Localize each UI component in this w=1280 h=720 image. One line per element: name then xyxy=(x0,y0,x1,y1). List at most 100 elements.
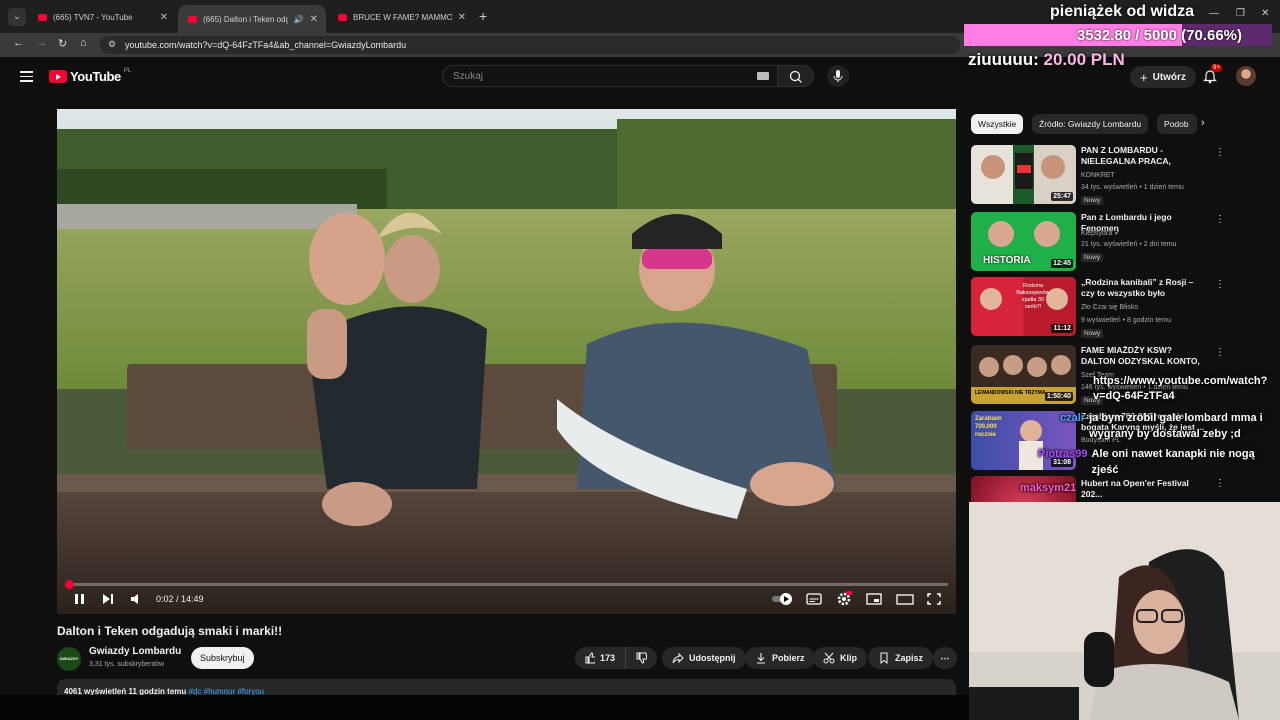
bookmark-icon xyxy=(880,652,888,664)
video-thumbnail: LEWANDOWSKI NIE TRZYMA 1:50:40 xyxy=(971,345,1076,404)
video-frame xyxy=(57,109,956,614)
donation-goal-title: pieniążek od widza xyxy=(1050,3,1195,20)
forward-button[interactable]: → xyxy=(36,37,47,49)
more-vertical-icon[interactable]: ⋮ xyxy=(1215,214,1225,225)
channel-name[interactable]: Gwiazdy Lombardu xyxy=(89,646,181,657)
tab-tvn7[interactable]: (665) TVN7 - YouTube ✕ xyxy=(28,6,176,28)
donation-goal-bar: 3532.80 / 5000 (70.66%) xyxy=(964,24,1272,46)
search-button[interactable] xyxy=(778,65,814,87)
video-thumbnail: Rodzina Bakszejewów zjadła 30 osób?! 11:… xyxy=(971,277,1076,336)
fullscreen-button[interactable] xyxy=(926,591,942,610)
new-tab-button[interactable]: + xyxy=(479,8,487,24)
mic-icon xyxy=(833,70,843,82)
chat-message: maksym21 xyxy=(1020,482,1077,494)
chevron-right-icon[interactable]: › xyxy=(1201,117,1205,129)
notification-badge: 9+ xyxy=(1211,64,1222,72)
close-tab-icon[interactable]: ✕ xyxy=(458,12,466,23)
autoplay-icon xyxy=(772,593,792,605)
subtitles-button[interactable] xyxy=(806,591,822,610)
home-button[interactable]: ⌂ xyxy=(80,37,87,49)
time-display: 0:02 / 14:49 xyxy=(156,594,204,604)
scissors-icon xyxy=(823,652,835,664)
subscriber-count: 3,31 tys. subskrybentów xyxy=(89,661,165,668)
gear-icon xyxy=(837,591,852,606)
tab-dalton[interactable]: (665) Dalton i Teken odgadu 🔊 ✕ xyxy=(178,5,326,33)
video-thumbnail: 25:47 xyxy=(971,145,1076,204)
miniplayer-button[interactable] xyxy=(866,591,882,610)
share-icon xyxy=(672,652,684,664)
video-progress-bar[interactable] xyxy=(64,580,948,589)
search-input[interactable]: Szukaj xyxy=(442,65,778,87)
more-vertical-icon[interactable]: ⋮ xyxy=(1215,279,1225,290)
more-actions-button[interactable]: ⋯ xyxy=(933,647,957,669)
video-thumbnail: HISTORIA 12:45 xyxy=(971,212,1076,271)
share-button[interactable]: Udostępnij xyxy=(662,647,746,669)
download-icon xyxy=(757,653,765,664)
url-field[interactable]: ⚙ youtube.com/watch?v=dQ-64FzTFa4&ab_cha… xyxy=(100,36,960,54)
theater-mode-button[interactable] xyxy=(896,591,914,610)
progress-scrubber[interactable] xyxy=(64,580,74,589)
like-button[interactable]: 173 xyxy=(575,647,625,669)
account-avatar[interactable] xyxy=(1236,66,1256,86)
tab-bruce[interactable]: BRUCE W FAME? MAMMON V ✕ xyxy=(328,6,474,28)
site-info-icon[interactable]: ⚙ xyxy=(108,39,116,50)
pause-icon xyxy=(75,594,84,604)
volume-icon xyxy=(131,594,138,604)
maximize-button[interactable]: ❐ xyxy=(1236,8,1245,19)
close-window-button[interactable]: ✕ xyxy=(1261,8,1269,19)
close-tab-icon[interactable]: ✕ xyxy=(160,12,168,23)
subscribe-button[interactable]: Subskrybuj xyxy=(191,647,254,669)
description-box[interactable]: 4061 wyświetleń 11 godzin temu #dc #humo… xyxy=(57,679,956,695)
youtube-favicon-icon xyxy=(38,13,47,21)
more-vertical-icon[interactable]: ⋮ xyxy=(1215,478,1225,489)
more-vertical-icon[interactable]: ⋮ xyxy=(1215,147,1225,158)
video-player[interactable]: 0:02 / 14:49 xyxy=(57,109,956,614)
chip-source[interactable]: Źródło: Gwiazdy Lombardu xyxy=(1032,114,1149,134)
chat-message: https://www.youtube.com/watch?v=dQ-64FzT… xyxy=(1093,375,1268,402)
next-button[interactable] xyxy=(101,591,115,610)
youtube-logo-icon xyxy=(49,70,67,83)
youtube-logo[interactable]: YouTube PL xyxy=(49,68,131,84)
save-button[interactable]: Zapisz xyxy=(868,647,934,669)
recommended-video[interactable]: 25:47 PAN Z LOMBARDU - NIELEGALNA PRACA,… xyxy=(971,145,1231,205)
create-button[interactable]: + Utwórz xyxy=(1130,66,1196,88)
chip-similar[interactable]: Podob xyxy=(1157,114,1197,134)
youtube-favicon-icon xyxy=(338,13,347,21)
last-donation: ziuuuuu: 20.00 PLN xyxy=(968,50,1125,69)
download-button[interactable]: Pobierz xyxy=(745,647,815,669)
pause-button[interactable] xyxy=(73,591,87,610)
minimize-button[interactable]: — xyxy=(1209,8,1219,19)
thumbs-up-icon xyxy=(585,652,595,664)
streamer-webcam xyxy=(969,502,1280,720)
more-vertical-icon[interactable]: ⋮ xyxy=(1215,347,1225,358)
thumbs-down-icon xyxy=(636,652,647,664)
video-title: Dalton i Teken odgadują smaki i marki!! xyxy=(57,624,283,638)
reload-button[interactable]: ↻ xyxy=(58,37,67,50)
back-button[interactable]: ← xyxy=(13,37,24,49)
fullscreen-icon xyxy=(927,593,941,605)
close-tab-icon[interactable]: ✕ xyxy=(310,14,318,25)
miniplayer-icon xyxy=(866,593,882,605)
recommended-video[interactable]: HISTORIA 12:45 Pan z Lombardu i jego Fen… xyxy=(971,212,1231,272)
volume-button[interactable] xyxy=(129,591,143,610)
channel-avatar[interactable]: GWIAZDY LOMBARDU xyxy=(57,647,81,671)
youtube-favicon-icon xyxy=(188,15,197,23)
subtitles-icon xyxy=(806,593,822,605)
menu-icon[interactable] xyxy=(20,71,33,82)
settings-button[interactable] xyxy=(836,591,852,610)
voice-search-button[interactable] xyxy=(827,65,849,87)
recommended-video[interactable]: Rodzina Bakszejewów zjadła 30 osób?! 11:… xyxy=(971,277,1231,338)
chip-all[interactable]: Wszystkie xyxy=(971,114,1024,134)
recommended-video[interactable]: Hubert na Open'er Festival 202... ⋮ xyxy=(971,476,1231,502)
chat-message: czalr ja bym zrobil gale lombard mma i wy… xyxy=(1060,412,1263,440)
clip-button[interactable]: Klip xyxy=(813,647,867,669)
audio-icon[interactable]: 🔊 xyxy=(294,15,304,24)
next-icon xyxy=(103,594,113,604)
theater-icon xyxy=(896,594,914,605)
dislike-button[interactable] xyxy=(625,647,657,669)
autoplay-toggle[interactable] xyxy=(771,591,795,610)
keyboard-icon[interactable] xyxy=(757,72,769,80)
search-icon xyxy=(789,70,802,83)
notifications-button[interactable]: 9+ xyxy=(1203,64,1222,84)
tab-search-icon[interactable]: ⌄ xyxy=(8,8,26,26)
